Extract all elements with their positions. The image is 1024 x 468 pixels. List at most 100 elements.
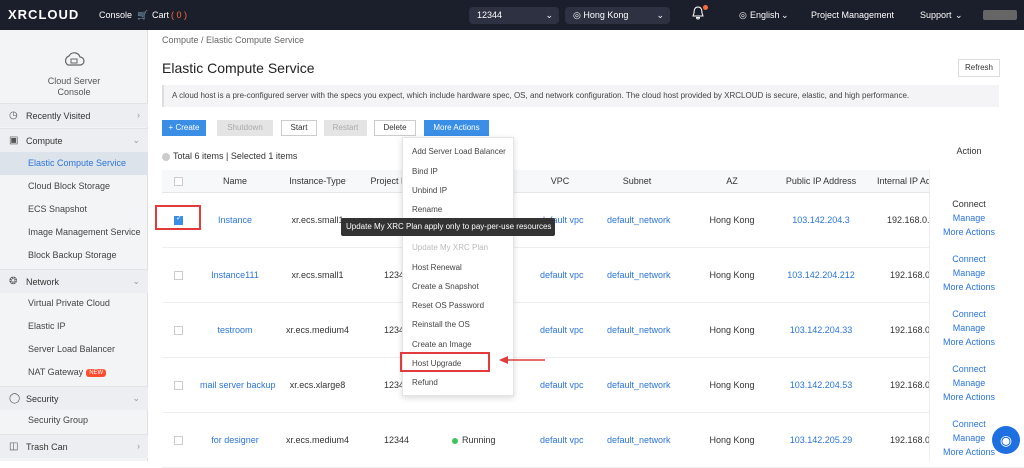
sidebar-section-recently-visited[interactable]: ◷ Recently Visited › — [0, 103, 148, 127]
menu-item-reset-os-password[interactable]: Reset OS Password — [403, 296, 515, 315]
public-ip-link[interactable]: 103.142.204.3 — [776, 193, 866, 248]
row-checkbox[interactable] — [174, 436, 183, 445]
connect-link[interactable]: Connect — [930, 252, 1008, 266]
menu-item-update-my-xrc-plan[interactable]: Update My XRC Plan — [403, 238, 515, 257]
sidebar-title: Cloud Server Console — [0, 76, 148, 98]
subnet-link[interactable]: default_network — [607, 193, 671, 248]
menu-item-refund[interactable]: Refund — [403, 373, 515, 392]
sidebar-item-server-load-balancer[interactable]: Server Load Balancer — [0, 338, 148, 361]
column-header-az: AZ — [726, 176, 738, 186]
status-badge: Running — [452, 413, 512, 468]
column-header-name: Name — [222, 176, 247, 186]
sidebar-section-network[interactable]: ❂ Network ⌄ — [0, 269, 148, 293]
menu-item-reinstall-os[interactable]: Reinstall the OS — [403, 315, 515, 334]
shutdown-button[interactable]: Shutdown — [217, 120, 273, 136]
menu-item-unbind-ip[interactable]: Unbind IP — [403, 181, 515, 200]
notification-dot — [703, 5, 708, 10]
row-checkbox[interactable] — [174, 326, 183, 335]
more-actions-link[interactable]: More Actions — [930, 225, 1008, 239]
subnet-link[interactable]: default_network — [607, 303, 671, 358]
cart-icon[interactable]: 🛒 — [137, 10, 148, 21]
instance-name-link[interactable]: mail server backup — [200, 358, 276, 413]
manage-link[interactable]: Manage — [930, 266, 1008, 280]
public-ip-link[interactable]: 103.142.204.33 — [776, 303, 866, 358]
sidebar-item-nat-gateway[interactable]: NAT Gateway NEW — [0, 361, 148, 384]
sidebar-title-line1: Cloud Server — [47, 76, 101, 86]
delete-button[interactable]: Delete — [374, 120, 416, 136]
language-select[interactable]: English — [750, 10, 780, 20]
support-menu[interactable]: Support — [920, 10, 952, 20]
tooltip: Update My XRC Plan apply only to pay-per… — [341, 218, 555, 236]
more-actions-link[interactable]: More Actions — [930, 390, 1008, 404]
brand-logo[interactable]: XRCLOUD — [8, 7, 79, 22]
avatar[interactable] — [983, 10, 1017, 20]
sidebar-item-cloud-block-storage[interactable]: Cloud Block Storage — [0, 175, 148, 198]
manage-link[interactable]: Manage — [930, 321, 1008, 335]
project-management-link[interactable]: Project Management — [811, 10, 894, 20]
sidebar-item-virtual-private-cloud[interactable]: Virtual Private Cloud — [0, 292, 148, 315]
instance-name-link[interactable]: for designer — [205, 413, 265, 468]
console-link[interactable]: Console — [99, 10, 132, 20]
more-actions-button[interactable]: More Actions — [424, 120, 489, 136]
sidebar-item-image-management-service[interactable]: Image Management Service — [0, 221, 148, 244]
chevron-down-icon: ⌄ — [132, 393, 140, 403]
table-row[interactable]: for designer xr.ecs.medium4 12344 Runnin… — [162, 413, 1024, 468]
vpc-link[interactable]: default vpc — [540, 303, 584, 358]
sidebar-item-ecs-snapshot[interactable]: ECS Snapshot — [0, 198, 148, 221]
subnet-link[interactable]: default_network — [607, 413, 671, 468]
menu-item-add-server-load-balancer[interactable]: Add Server Load Balancer — [403, 142, 515, 161]
instance-name-link[interactable]: Instance — [210, 193, 260, 248]
instance-name-link[interactable]: Instance111 — [205, 248, 265, 303]
menu-item-rename[interactable]: Rename — [403, 200, 515, 219]
restart-button[interactable]: Restart — [324, 120, 367, 136]
sidebar-item-elastic-ip[interactable]: Elastic IP — [0, 315, 148, 338]
row-checkbox[interactable] — [174, 271, 183, 280]
sidebar-section-compute[interactable]: ▣ Compute ⌄ — [0, 128, 148, 152]
cloud-server-icon — [65, 52, 85, 66]
select-all-checkbox[interactable] — [174, 177, 183, 186]
chevron-down-icon: ⌄ — [132, 135, 140, 145]
menu-item-bind-ip[interactable]: Bind IP — [403, 162, 515, 181]
menu-item-host-renewal[interactable]: Host Renewal — [403, 258, 515, 277]
create-button[interactable]: + Create — [162, 120, 206, 136]
more-actions-link[interactable]: More Actions — [930, 335, 1008, 349]
page-description: A cloud host is a pre-configured server … — [162, 85, 999, 107]
region-select[interactable]: ◎ Hong Kong ⌄ — [565, 7, 670, 24]
sidebar-item-block-backup-storage[interactable]: Block Backup Storage — [0, 244, 148, 267]
table-row[interactable]: ✓ Instance xr.ecs.small1 default vpc def… — [162, 193, 1024, 248]
vpc-link[interactable]: default vpc — [540, 358, 584, 413]
refresh-button[interactable]: Refresh — [958, 59, 1000, 77]
start-button[interactable]: Start — [281, 120, 317, 136]
table-row[interactable]: testroom xr.ecs.medium4 12344 default vp… — [162, 303, 1024, 358]
connect-link[interactable]: Connect — [930, 307, 1008, 321]
action-column: Action Connect Manage More Actions Conne… — [929, 146, 1024, 461]
vpc-link[interactable]: default vpc — [540, 248, 584, 303]
sidebar: Cloud Server Console ◷ Recently Visited … — [0, 30, 148, 461]
chevron-down-icon: ⌄ — [132, 276, 140, 286]
vpc-link[interactable]: default vpc — [540, 413, 584, 468]
cart-link[interactable]: Cart — [152, 10, 169, 20]
menu-item-create-snapshot[interactable]: Create a Snapshot — [403, 277, 515, 296]
sidebar-item-elastic-compute-service[interactable]: Elastic Compute Service — [0, 152, 148, 175]
manage-link[interactable]: Manage — [930, 211, 1008, 225]
public-ip-link[interactable]: 103.142.204.53 — [776, 358, 866, 413]
subnet-link[interactable]: default_network — [607, 248, 671, 303]
public-ip-link[interactable]: 103.142.205.29 — [776, 413, 866, 468]
summary-icon — [162, 152, 170, 161]
public-ip-link[interactable]: 103.142.204.212 — [776, 248, 866, 303]
manage-link[interactable]: Manage — [930, 376, 1008, 390]
table-row[interactable]: Instance111 xr.ecs.small1 12344 default … — [162, 248, 1024, 303]
support-chat-icon[interactable]: ◉ — [992, 426, 1020, 454]
more-actions-link[interactable]: More Actions — [930, 280, 1008, 294]
row-checkbox[interactable] — [174, 381, 183, 390]
row-actions: Connect Manage More Actions — [930, 307, 1008, 349]
table-row[interactable]: mail server backup xr.ecs.xlarge8 12344 … — [162, 358, 1024, 413]
sidebar-section-security[interactable]: ◯ Security ⌄ — [0, 386, 148, 410]
connect-link[interactable]: Connect — [930, 197, 1008, 211]
account-select[interactable]: 12344 ⌄ — [469, 7, 559, 24]
connect-link[interactable]: Connect — [930, 362, 1008, 376]
sidebar-item-security-group[interactable]: Security Group — [0, 409, 148, 432]
subnet-link[interactable]: default_network — [607, 358, 671, 413]
sidebar-section-trash-can[interactable]: ◫ Trash Can › — [0, 434, 148, 458]
instance-name-link[interactable]: testroom — [210, 303, 260, 358]
